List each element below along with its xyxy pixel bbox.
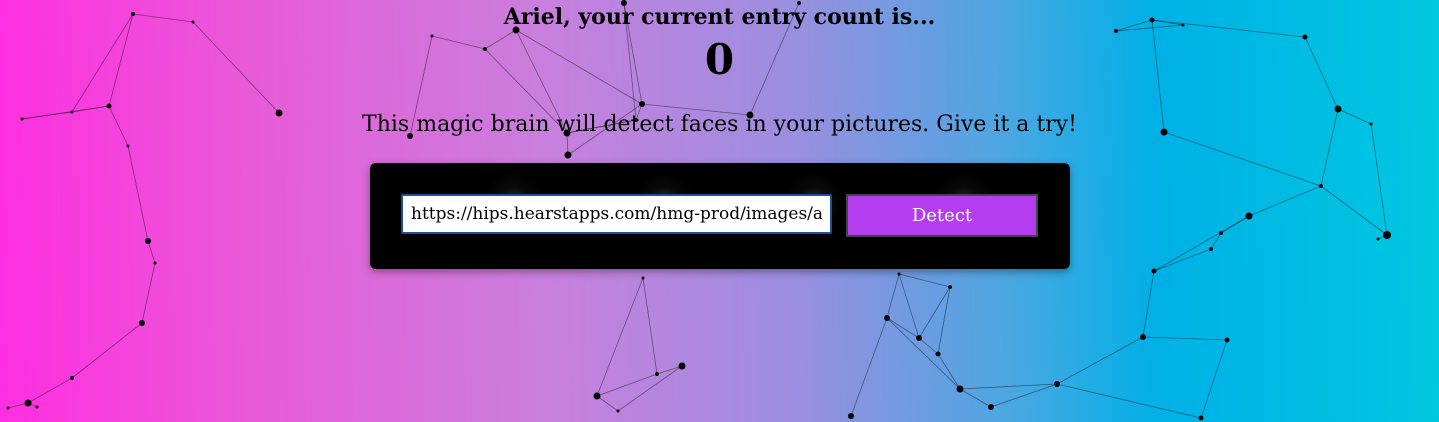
particle-node (1224, 337, 1230, 343)
particle-node (1383, 231, 1391, 239)
particle-link (1377, 234, 1388, 240)
particle-node (641, 276, 645, 280)
particle-link (1220, 215, 1250, 234)
particle-node (639, 101, 645, 107)
particle-node (1319, 184, 1323, 188)
particle-node (1219, 231, 1223, 235)
particle-node (1140, 334, 1146, 340)
particle-node (24, 399, 32, 407)
image-url-form-panel: Detect (370, 163, 1070, 269)
particle-link (596, 395, 619, 412)
particle-node (593, 392, 601, 400)
entry-count-title: Ariel, your current entry count is... (503, 4, 936, 30)
particle-node (106, 103, 112, 109)
particle-link (147, 240, 156, 264)
tagline-text: This magic brain will detect faces in yo… (362, 112, 1077, 137)
particle-node (948, 285, 952, 289)
particle-link (1370, 123, 1388, 236)
particle-link (990, 383, 1058, 408)
image-url-input[interactable] (401, 194, 832, 234)
particle-node (139, 320, 145, 326)
particle-node (1245, 212, 1253, 220)
particle-link (27, 402, 38, 408)
particle-link (642, 277, 658, 375)
particle-node (1209, 247, 1213, 251)
particle-link (1163, 131, 1322, 187)
particle-link (1210, 232, 1222, 250)
particle-link (1248, 185, 1322, 217)
particle-node (153, 261, 157, 265)
particle-link (27, 377, 73, 404)
particle-node (145, 238, 151, 244)
particle-node (564, 151, 572, 159)
entry-count-value: 0 (704, 35, 735, 84)
particle-link (71, 322, 143, 379)
particle-link (898, 273, 951, 288)
particle-link (617, 365, 683, 412)
particle-link (656, 365, 683, 375)
particle-link (918, 337, 939, 355)
particle-link (850, 317, 888, 417)
particle-link (1153, 215, 1250, 272)
particle-link (1142, 336, 1228, 341)
particle-node (655, 372, 659, 376)
particle-node (616, 409, 620, 413)
particle-node (956, 385, 964, 393)
particle-link (1153, 248, 1212, 272)
particle-node (678, 362, 686, 370)
particle-link (1200, 339, 1228, 419)
particle-node (897, 272, 901, 276)
particle-link (1056, 336, 1144, 385)
particle-node (35, 405, 39, 409)
particle-node (916, 335, 922, 341)
particle-link (1142, 270, 1155, 338)
particle-node (1054, 381, 1060, 387)
particle-node (848, 413, 854, 419)
particle-link (886, 317, 961, 390)
particle-link (1056, 383, 1202, 419)
particle-link (886, 317, 920, 339)
particle-link (886, 273, 900, 319)
particle-node (6, 406, 10, 410)
particle-node (1376, 237, 1380, 241)
particle-node (1198, 415, 1204, 421)
particle-node (126, 144, 130, 148)
detect-button[interactable]: Detect (846, 194, 1038, 237)
particle-node (884, 315, 890, 321)
particle-node (1151, 268, 1157, 274)
particle-link (127, 145, 149, 242)
particle-link (1320, 185, 1388, 236)
particle-link (959, 383, 1058, 390)
particle-link (596, 373, 658, 397)
particle-link (141, 262, 156, 324)
particle-link (959, 388, 992, 408)
particle-node (988, 404, 994, 410)
particle-link (898, 273, 920, 339)
particle-link (918, 286, 951, 339)
particle-link (596, 277, 644, 397)
particle-link (937, 353, 961, 390)
particle-node (935, 351, 941, 357)
particle-link (937, 286, 951, 355)
particle-link (7, 402, 29, 409)
particle-node (70, 376, 74, 380)
